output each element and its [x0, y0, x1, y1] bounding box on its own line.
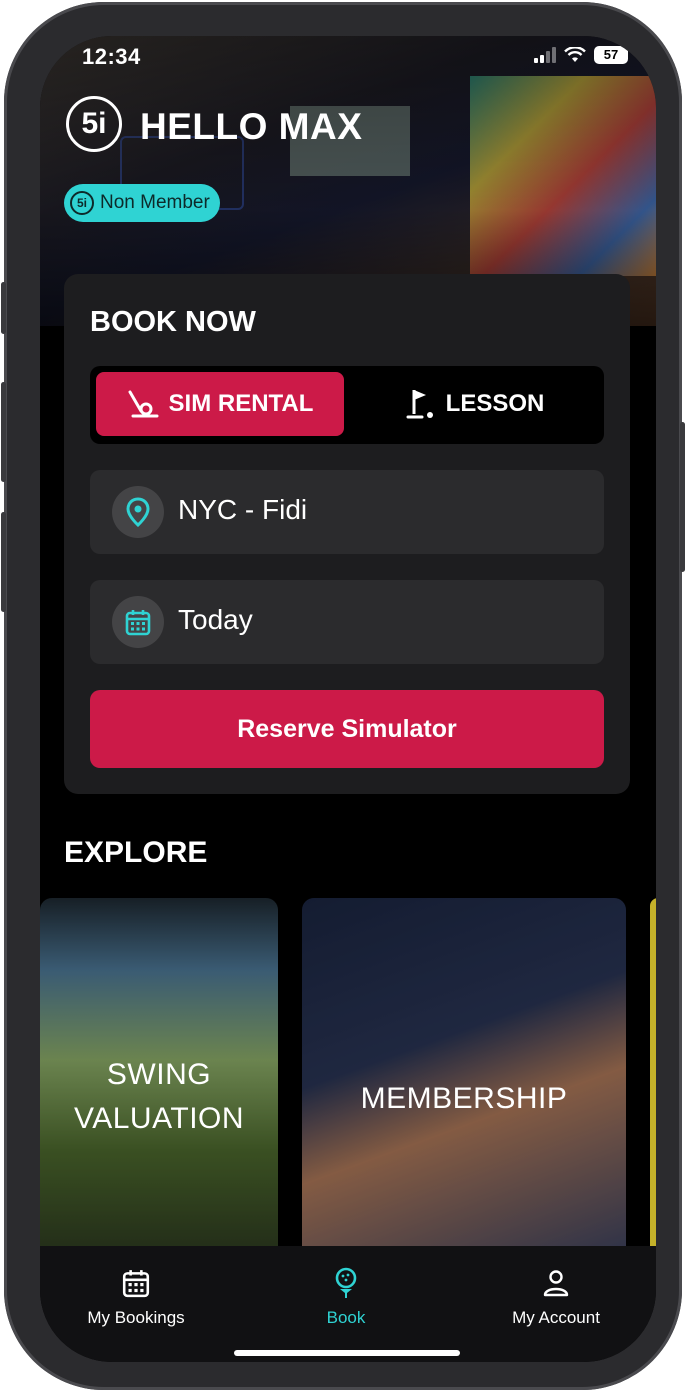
greeting-title: HELLO MAX	[140, 106, 363, 147]
tab-my-bookings[interactable]: My Bookings	[46, 1266, 226, 1328]
tab-lesson-label: LESSON	[445, 390, 545, 417]
tab-sim-rental[interactable]: SIM RENTAL	[96, 372, 344, 436]
date-value: Today	[178, 604, 253, 635]
signal-icon	[534, 47, 556, 63]
volume-up-button	[1, 382, 6, 482]
location-pin-icon	[112, 486, 164, 538]
badge-label: Non Member	[100, 192, 210, 213]
bottom-tab-bar: My Bookings Book My Account	[40, 1246, 656, 1362]
mute-switch	[1, 282, 6, 334]
membership-badge: 5i Non Member	[64, 184, 220, 222]
tab-my-bookings-label: My Bookings	[87, 1308, 185, 1327]
tile-label-line2: VALUATION	[73, 1102, 245, 1135]
tile-label-membership: MEMBERSHIP	[360, 1082, 568, 1115]
power-button	[680, 422, 685, 572]
wifi-icon	[564, 47, 586, 62]
volume-down-button	[1, 512, 6, 612]
badge-logo-icon: 5i	[70, 191, 94, 215]
tab-book[interactable]: Book	[256, 1266, 436, 1328]
status-icons: 57	[534, 46, 628, 64]
user-icon	[543, 1270, 569, 1297]
explore-title: EXPLORE	[64, 836, 208, 869]
booking-type-toggle: SIM RENTAL LESSON	[90, 366, 604, 444]
home-indicator[interactable]	[234, 1350, 460, 1356]
book-now-card: BOOK NOW SIM RENTAL LESSON NYC - Fidi To…	[64, 274, 630, 794]
app-screen: 12:34 57 5i HELLO MAX 5i Non Member BOOK…	[40, 36, 656, 1362]
location-value: NYC - Fidi	[178, 494, 308, 525]
explore-tile-membership[interactable]: MEMBERSHIP	[302, 898, 626, 1258]
tab-sim-rental-label: SIM RENTAL	[168, 390, 314, 417]
tab-my-account[interactable]: My Account	[466, 1266, 646, 1328]
tab-lesson[interactable]: LESSON	[352, 372, 598, 436]
date-selector[interactable]: Today	[90, 580, 604, 664]
golf-flag-icon	[406, 390, 433, 419]
phone-frame: 12:34 57 5i HELLO MAX 5i Non Member BOOK…	[1, 2, 685, 1390]
tab-my-account-label: My Account	[512, 1308, 600, 1327]
reserve-simulator-button[interactable]: Reserve Simulator	[90, 690, 604, 768]
explore-tile-partial[interactable]	[650, 898, 656, 1258]
calendar-icon	[112, 596, 164, 648]
status-time: 12:34	[82, 44, 141, 69]
battery-icon: 57	[594, 46, 628, 64]
location-selector[interactable]: NYC - Fidi	[90, 470, 604, 554]
tab-book-label: Book	[326, 1308, 366, 1327]
explore-tile-swing-evaluation[interactable]: SWING VALUATION	[40, 898, 278, 1258]
brand-logo: 5i	[66, 96, 122, 152]
golf-swing-icon	[128, 390, 159, 418]
golf-ball-tee-icon	[335, 1267, 357, 1298]
calendar-icon	[122, 1270, 150, 1298]
tile-label-line1: SWING	[106, 1058, 212, 1091]
book-now-title: BOOK NOW	[90, 306, 256, 338]
